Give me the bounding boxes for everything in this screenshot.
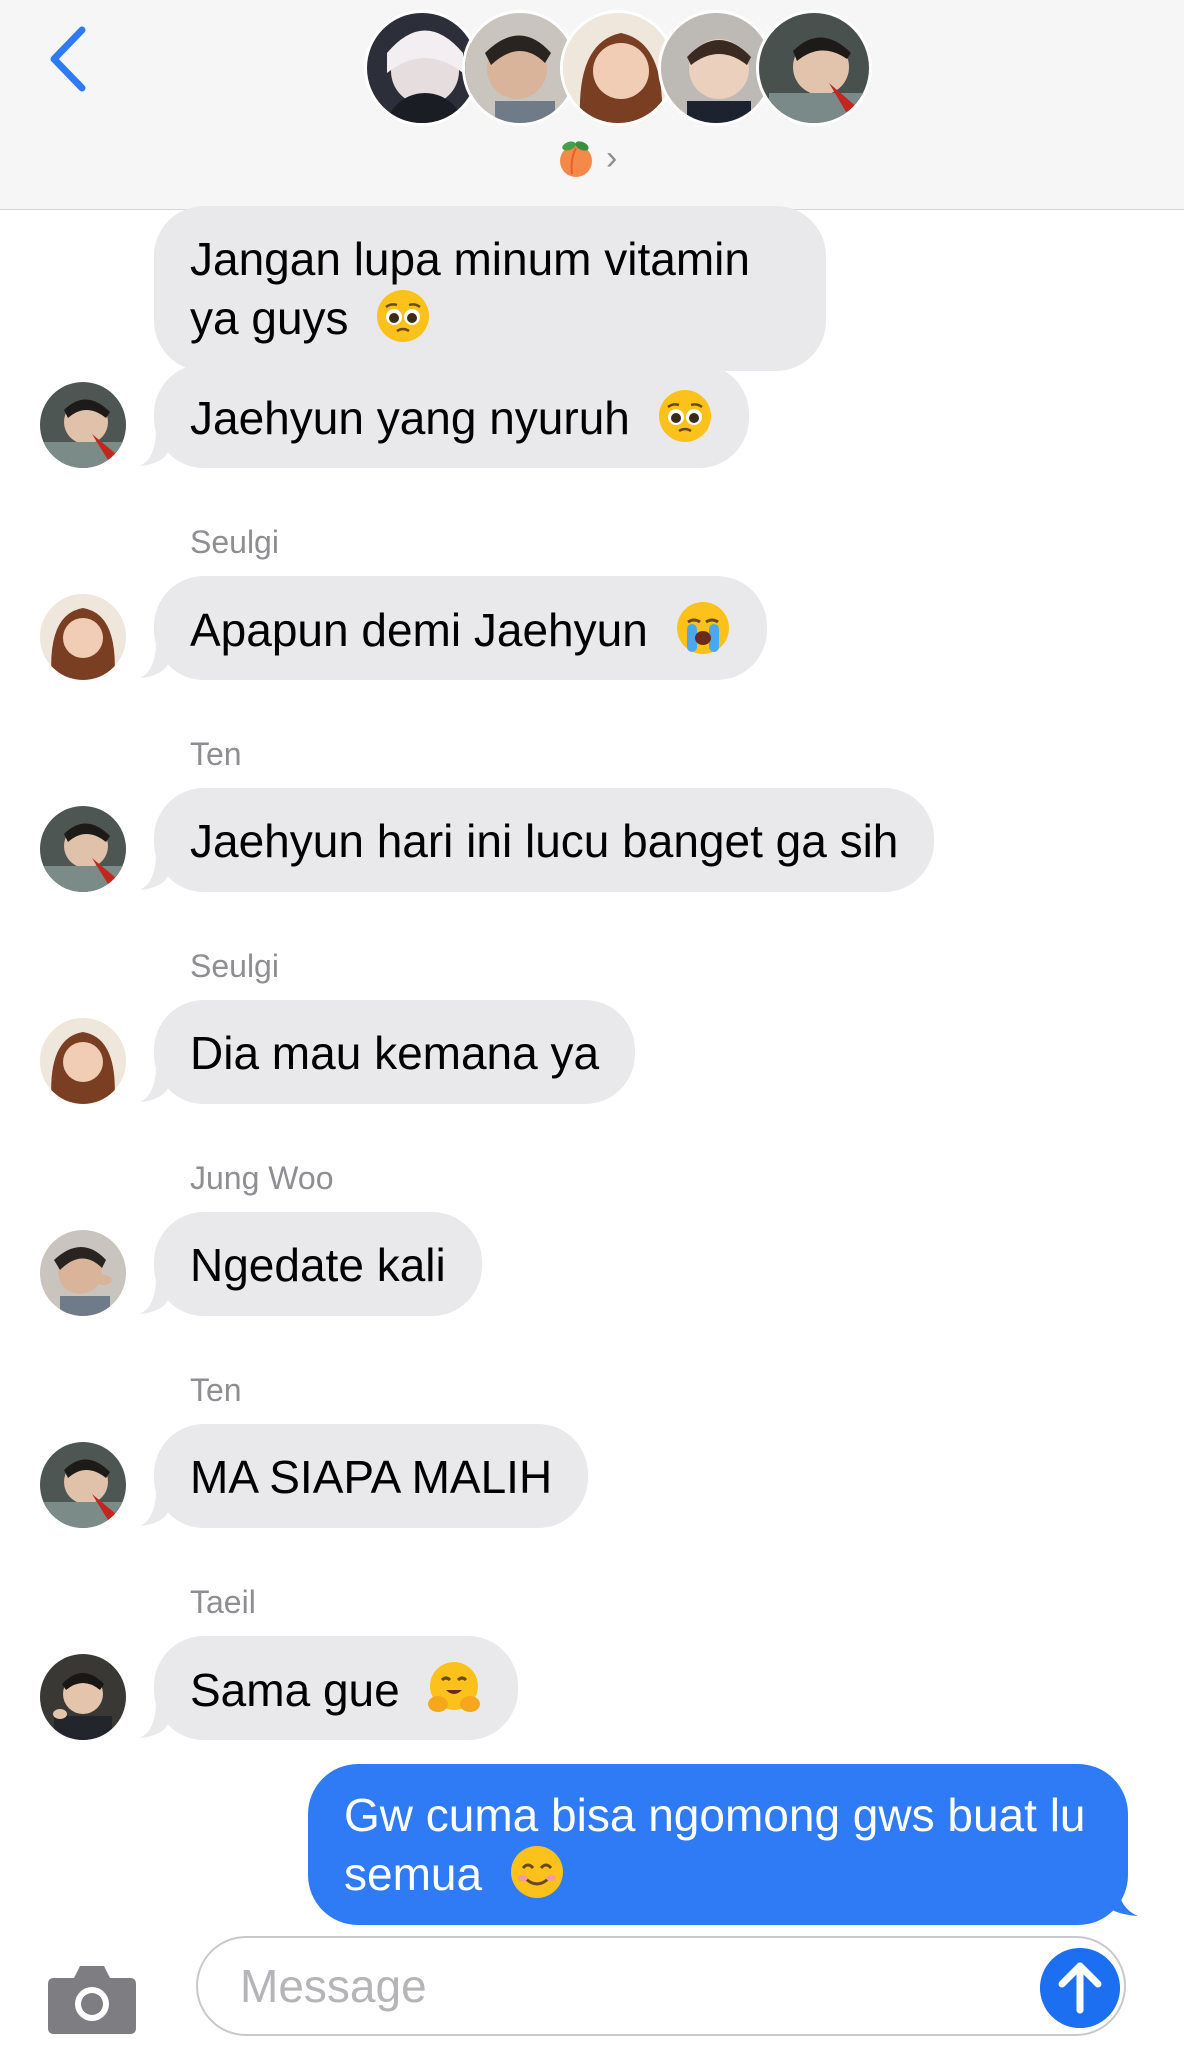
camera-icon[interactable]: [46, 1960, 138, 2036]
avatar-taeil[interactable]: [40, 1654, 126, 1740]
message-text: MA SIAPA MALIH: [190, 1451, 553, 1503]
chevron-right-icon: ›: [606, 138, 618, 177]
avatar-ten[interactable]: [40, 382, 126, 468]
message-composer: Message: [0, 1930, 1184, 2048]
group-name-button[interactable]: ›: [556, 136, 617, 180]
message-bubble[interactable]: Apapun demi Jaehyun: [154, 576, 767, 680]
avatar-ten[interactable]: [40, 806, 126, 892]
message-text: Ngedate kali: [190, 1239, 446, 1291]
message-text: Jaehyun hari ini lucu banget ga sih: [190, 815, 899, 867]
conversation-header: ›: [0, 0, 1184, 210]
sender-name: Jung Woo: [190, 1160, 334, 1196]
message-bubble[interactable]: Sama gue: [154, 1636, 519, 1740]
message-text: Sama gue: [190, 1664, 400, 1716]
chevron-left-icon[interactable]: [44, 24, 96, 94]
message-placeholder: Message: [240, 1960, 427, 2012]
pleading-face-icon: [377, 290, 430, 342]
avatar-seulgi[interactable]: [40, 1018, 126, 1104]
hugging-face-icon: [428, 1662, 481, 1712]
avatar-jung-woo[interactable]: [40, 1230, 126, 1316]
message-text: Jangan lupa minum vitamin ya guys: [190, 233, 750, 344]
message-bubble[interactable]: Ngedate kali: [154, 1212, 482, 1316]
sender-name: Taeil: [190, 1584, 256, 1620]
message-input[interactable]: Message: [196, 1936, 1126, 2036]
send-arrow-icon[interactable]: [1040, 1948, 1120, 2028]
message-bubble[interactable]: Jangan lupa minum vitamin ya guys: [154, 206, 826, 371]
sender-name: Seulgi: [190, 948, 279, 984]
loudly-crying-face-icon: [676, 602, 729, 654]
message-bubble[interactable]: MA SIAPA MALIH: [154, 1424, 589, 1528]
peach-emoji-icon: [560, 141, 592, 177]
message-text: Apapun demi Jaehyun: [190, 604, 648, 656]
smiling-face-icon: [510, 1846, 563, 1898]
message-text: Dia mau kemana ya: [190, 1027, 600, 1079]
outgoing-message-bubble[interactable]: Gw cuma bisa ngomong gws buat lu semua: [308, 1764, 1128, 1925]
sender-name: Ten: [190, 736, 242, 772]
message-bubble[interactable]: Jaehyun yang nyuruh: [154, 364, 749, 468]
message-bubble[interactable]: Dia mau kemana ya: [154, 1000, 636, 1104]
pleading-face-icon: [658, 390, 711, 442]
sender-name: Seulgi: [190, 524, 279, 560]
group-avatars[interactable]: [364, 10, 872, 130]
message-bubble[interactable]: Jaehyun hari ini lucu banget ga sih: [154, 788, 935, 892]
message-text: Jaehyun yang nyuruh: [190, 392, 630, 444]
message-text: Gw cuma bisa ngomong gws buat lu semua: [344, 1789, 1086, 1900]
avatar-seulgi[interactable]: [40, 594, 126, 680]
sender-name: Ten: [190, 1372, 242, 1408]
member-avatar-5: [756, 10, 872, 126]
outgoing-bubble-tail: [1104, 1882, 1138, 1916]
avatar-ten[interactable]: [40, 1442, 126, 1528]
